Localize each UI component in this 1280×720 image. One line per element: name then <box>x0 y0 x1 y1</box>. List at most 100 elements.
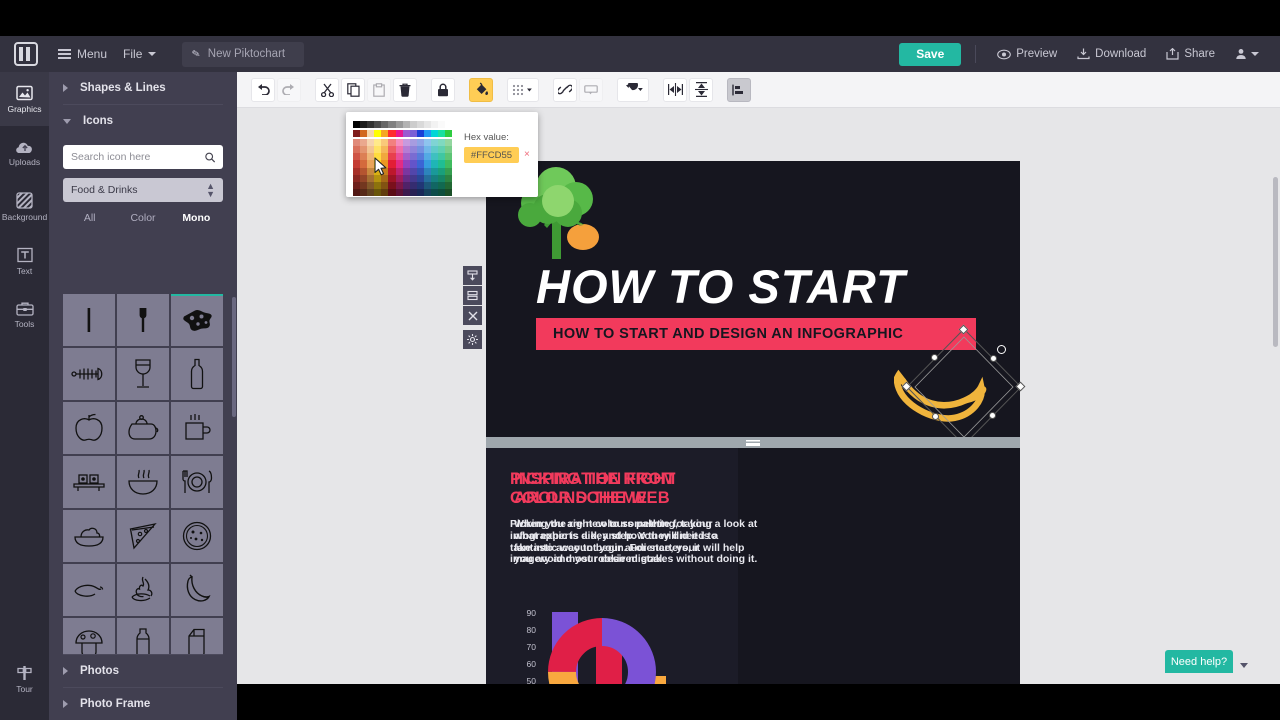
swatch-r6c-4[interactable] <box>381 181 389 189</box>
shape-swap-button[interactable] <box>617 77 649 102</box>
account-menu-button[interactable] <box>1226 36 1268 72</box>
chevron-down-icon[interactable] <box>1240 663 1248 668</box>
fill-color-button[interactable] <box>469 77 493 102</box>
swatch-r1c-7[interactable] <box>402 146 410 154</box>
swatch-r2c-9[interactable] <box>416 153 424 161</box>
swatch-r5c-6[interactable] <box>395 174 403 182</box>
swatch-gray-8[interactable] <box>409 121 417 129</box>
icon-cell-cheese[interactable] <box>171 294 223 346</box>
swatch-hue-11[interactable] <box>431 130 439 138</box>
icon-cell-plate-cutlery[interactable] <box>171 456 223 508</box>
swatch-r5c-9[interactable] <box>416 174 424 182</box>
swatch-r4c-7[interactable] <box>402 167 410 175</box>
tab-mono[interactable]: Mono <box>170 212 223 231</box>
swatch-r2c-6[interactable] <box>395 153 403 161</box>
swatch-r0c-1[interactable] <box>360 139 368 147</box>
sidebar-item-text[interactable]: Text <box>0 234 49 288</box>
swatch-r1c-5[interactable] <box>388 146 396 154</box>
swatch-r3c-10[interactable] <box>423 160 432 168</box>
swatch-r1c-6[interactable] <box>395 146 403 154</box>
swatch-gray-13[interactable] <box>445 121 453 129</box>
swatch-gray-9[interactable] <box>416 121 424 129</box>
swatch-r2c-1[interactable] <box>360 153 368 161</box>
icon-search-wrapper[interactable] <box>63 145 223 169</box>
remove-block-button[interactable] <box>463 306 482 325</box>
sidebar-item-background[interactable]: Background <box>0 180 49 234</box>
delete-button[interactable] <box>393 77 417 102</box>
swatch-r0c-0[interactable] <box>353 139 361 147</box>
swatch-r1c-11[interactable] <box>431 146 439 154</box>
swatch-r3c-11[interactable] <box>431 160 439 168</box>
tab-all[interactable]: All <box>63 212 116 231</box>
swatch-r4c-12[interactable] <box>438 167 446 175</box>
swatch-r4c-6[interactable] <box>395 167 403 175</box>
block-settings-button[interactable] <box>463 330 482 349</box>
swatch-hue-13[interactable] <box>445 130 453 138</box>
swatch-r0c-10[interactable] <box>423 139 432 147</box>
swatch-r2c-11[interactable] <box>431 153 439 161</box>
preview-button[interactable]: Preview <box>988 36 1066 72</box>
donut-chart[interactable] <box>548 618 656 684</box>
swatch-r0c-3[interactable] <box>374 139 382 147</box>
swatch-hue-0[interactable] <box>353 130 361 138</box>
canvas-vertical-scrollbar[interactable] <box>1273 177 1278 347</box>
swatch-r4c-13[interactable] <box>445 167 453 175</box>
swatch-r1c-13[interactable] <box>445 146 453 154</box>
swatch-r1c-12[interactable] <box>438 146 446 154</box>
swatch-r4c-0[interactable] <box>353 167 361 175</box>
file-menu-button[interactable]: File <box>115 36 164 72</box>
flip-horizontal-button[interactable] <box>663 77 687 102</box>
swatch-gray-12[interactable] <box>438 121 446 129</box>
icon-cell-wine-glass[interactable] <box>117 348 169 400</box>
swatch-r0c-12[interactable] <box>438 139 446 147</box>
swatch-r4c-5[interactable] <box>388 167 396 175</box>
swatch-r2c-8[interactable] <box>409 153 417 161</box>
menu-button[interactable]: Menu <box>50 36 115 72</box>
sidebar-item-uploads[interactable]: Uploads <box>0 126 49 180</box>
swatch-r0c-5[interactable] <box>388 139 396 147</box>
icon-cell-fish-bone[interactable] <box>63 348 115 400</box>
content-column-right[interactable]: PICKING THE RIGHT COLOR SCHEME Picking t… <box>510 470 736 566</box>
swatch-gray-5[interactable] <box>388 121 396 129</box>
swatch-r3c-12[interactable] <box>438 160 446 168</box>
flip-vertical-button[interactable] <box>689 77 713 102</box>
swatch-r4c-11[interactable] <box>431 167 439 175</box>
swatch-r1c-2[interactable] <box>367 146 375 154</box>
icon-cell-teapot[interactable] <box>117 402 169 454</box>
need-help-button[interactable]: Need help? <box>1165 650 1233 673</box>
swatch-r1c-9[interactable] <box>416 146 424 154</box>
swatch-r4c-9[interactable] <box>416 167 424 175</box>
swatch-hue-8[interactable] <box>409 130 417 138</box>
piktochart-logo[interactable] <box>14 42 38 66</box>
swatch-hue-3[interactable] <box>374 130 382 138</box>
swatch-r7c-3[interactable] <box>374 188 382 196</box>
swatch-hue-2[interactable] <box>367 130 375 138</box>
swatch-gray-7[interactable] <box>402 121 410 129</box>
panel-section-photos[interactable]: Photos <box>49 655 237 687</box>
panel-section-photo-frame[interactable]: Photo Frame <box>49 688 237 720</box>
icon-cell-fork[interactable] <box>117 294 169 346</box>
swatch-r0c-4[interactable] <box>381 139 389 147</box>
link-button[interactable] <box>553 77 577 102</box>
block-separator[interactable] <box>486 437 1020 448</box>
icon-cell-pizza-whole[interactable] <box>171 510 223 562</box>
panel-section-shapes-lines[interactable]: Shapes & Lines <box>49 72 237 104</box>
swatch-r7c-1[interactable] <box>360 188 368 196</box>
swatch-r5c-10[interactable] <box>423 174 432 182</box>
swatch-r1c-10[interactable] <box>423 146 432 154</box>
swatch-r6c-13[interactable] <box>445 181 453 189</box>
close-icon[interactable]: × <box>524 149 530 160</box>
swatch-r7c-8[interactable] <box>409 188 417 196</box>
swatch-r6c-7[interactable] <box>402 181 410 189</box>
swatch-r5c-8[interactable] <box>409 174 417 182</box>
icon-cell-chopstick[interactable] <box>63 294 115 346</box>
swatch-r3c-5[interactable] <box>388 160 396 168</box>
swatch-r3c-0[interactable] <box>353 160 361 168</box>
swatch-r6c-2[interactable] <box>367 181 375 189</box>
swatch-r0c-6[interactable] <box>395 139 403 147</box>
download-button[interactable]: Download <box>1068 36 1155 72</box>
copy-button[interactable] <box>341 77 365 102</box>
color-picker-popup[interactable]: Hex value: #FFCD55 × <box>346 112 538 197</box>
document-block-content[interactable]: INSPIRATION FROM AROUND THE WEB When you… <box>486 448 1020 684</box>
banana-icon-selected[interactable] <box>894 339 1000 435</box>
